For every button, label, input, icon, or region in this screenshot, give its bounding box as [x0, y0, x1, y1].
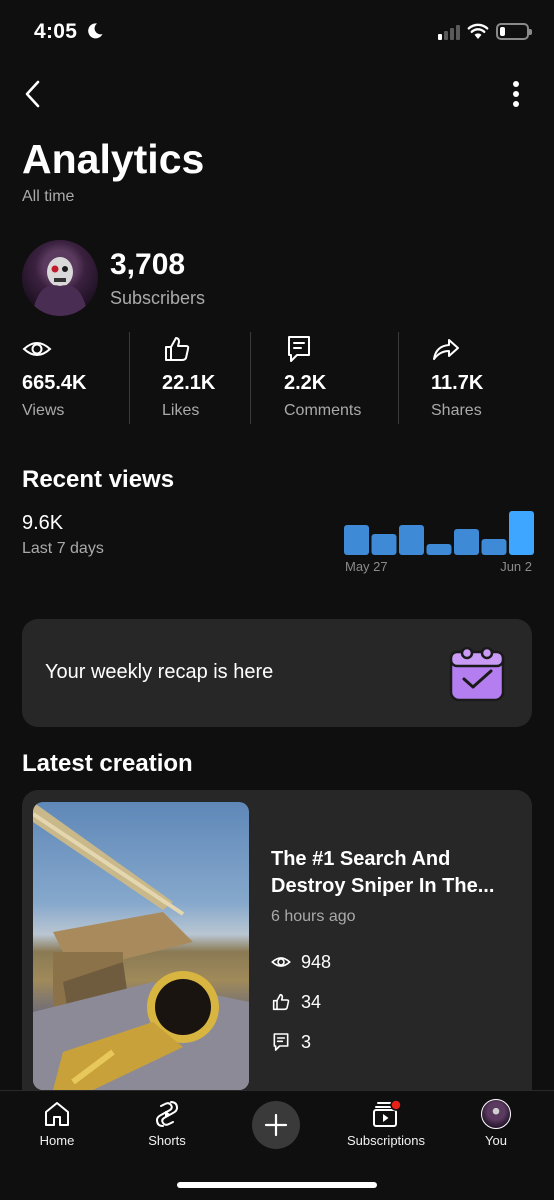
avatar: [481, 1099, 511, 1129]
back-arrow-icon: [25, 80, 40, 108]
divider: [398, 332, 399, 424]
status-time: 4:05: [34, 20, 78, 43]
share-icon: [433, 339, 459, 360]
stat-value: 2.2K: [284, 372, 327, 394]
comment-icon: [273, 1033, 289, 1051]
subscriber-label: Subscribers: [110, 288, 206, 308]
recap-text: Your weekly recap is here: [45, 661, 274, 683]
signal-icon: [438, 25, 460, 40]
eye-icon: [22, 342, 52, 356]
calendar-check-icon: [449, 646, 505, 702]
eye-icon: [271, 957, 291, 967]
chart-end-label: Jun 2: [500, 559, 532, 574]
subscriber-count: 3,708: [110, 248, 186, 281]
nav-you[interactable]: You: [446, 1099, 546, 1148]
stat-value: 22.1K: [162, 372, 216, 394]
recent-views-title: Recent views: [22, 466, 175, 493]
nav-subscriptions-label: Subscriptions: [346, 1133, 426, 1148]
battery-icon: [496, 23, 532, 40]
wifi-icon: [467, 23, 489, 39]
video-likes-count: 34: [301, 991, 322, 1012]
status-bar: 4:05: [0, 0, 554, 64]
chart-bar: [509, 511, 534, 555]
more-options-button[interactable]: [504, 78, 528, 110]
channel-avatar: [22, 240, 98, 316]
video-views: 948: [271, 950, 331, 974]
chart-start-label: May 27: [345, 559, 388, 574]
stat-label: Shares: [431, 402, 482, 419]
video-views-count: 948: [301, 951, 332, 972]
divider: [129, 332, 130, 424]
latest-creation-title: Latest creation: [22, 750, 193, 777]
chart-bar: [481, 539, 507, 555]
video-comments-count: 3: [301, 1031, 312, 1052]
page-title: Analytics: [22, 136, 205, 182]
nav-home[interactable]: Home: [7, 1099, 107, 1148]
date-range-label: All time: [22, 188, 75, 205]
nav-shorts-label: Shorts: [148, 1133, 186, 1148]
divider: [250, 332, 251, 424]
video-title[interactable]: The #1 Search And Destroy Sniper In The.…: [271, 846, 516, 900]
video-comments: 3: [271, 1030, 311, 1054]
create-button[interactable]: [252, 1101, 300, 1149]
chart-bar: [399, 525, 424, 555]
more-dot: [513, 101, 519, 107]
plus-icon: [264, 1113, 288, 1137]
latest-creation-card[interactable]: The #1 Search And Destroy Sniper In The.…: [22, 790, 532, 1110]
home-indicator: [177, 1182, 377, 1188]
video-thumbnail[interactable]: [33, 802, 249, 1090]
stat-label: Views: [22, 402, 65, 419]
thumbs-up-icon: [272, 993, 290, 1011]
thumbs-up-icon: [165, 337, 190, 361]
moon-icon: [88, 23, 103, 39]
home-icon: [45, 1102, 69, 1126]
more-dot: [513, 81, 519, 87]
stat-label: Comments: [284, 402, 362, 419]
nav-shorts[interactable]: Shorts: [117, 1099, 217, 1148]
recent-views-chart[interactable]: May 27 Jun 2: [344, 505, 534, 577]
weekly-recap-card[interactable]: Your weekly recap is here: [22, 619, 532, 727]
chart-bar: [454, 529, 479, 555]
chart-bar: [344, 525, 369, 555]
recent-views-value: 9.6K: [22, 512, 64, 534]
chart-bar: [426, 544, 452, 555]
video-likes: 34: [271, 990, 321, 1014]
channel-stats: 665.4K Views 22.1K Likes 2.2K Comments 1…: [0, 330, 554, 426]
nav-you-label: You: [485, 1133, 507, 1148]
stat-value: 11.7K: [431, 372, 484, 394]
back-button[interactable]: [18, 76, 50, 112]
comment-icon: [288, 336, 310, 362]
nav-subscriptions[interactable]: Subscriptions: [336, 1099, 436, 1148]
stat-value: 665.4K: [22, 372, 87, 394]
subscriptions-icon: [373, 1099, 401, 1127]
nav-home-label: Home: [39, 1133, 75, 1148]
chart-bar: [371, 534, 397, 555]
video-published-time: 6 hours ago: [271, 908, 356, 925]
more-dot: [513, 91, 519, 97]
shorts-icon: [155, 1101, 179, 1127]
recent-views-period: Last 7 days: [22, 540, 104, 557]
stat-label: Likes: [162, 402, 200, 419]
